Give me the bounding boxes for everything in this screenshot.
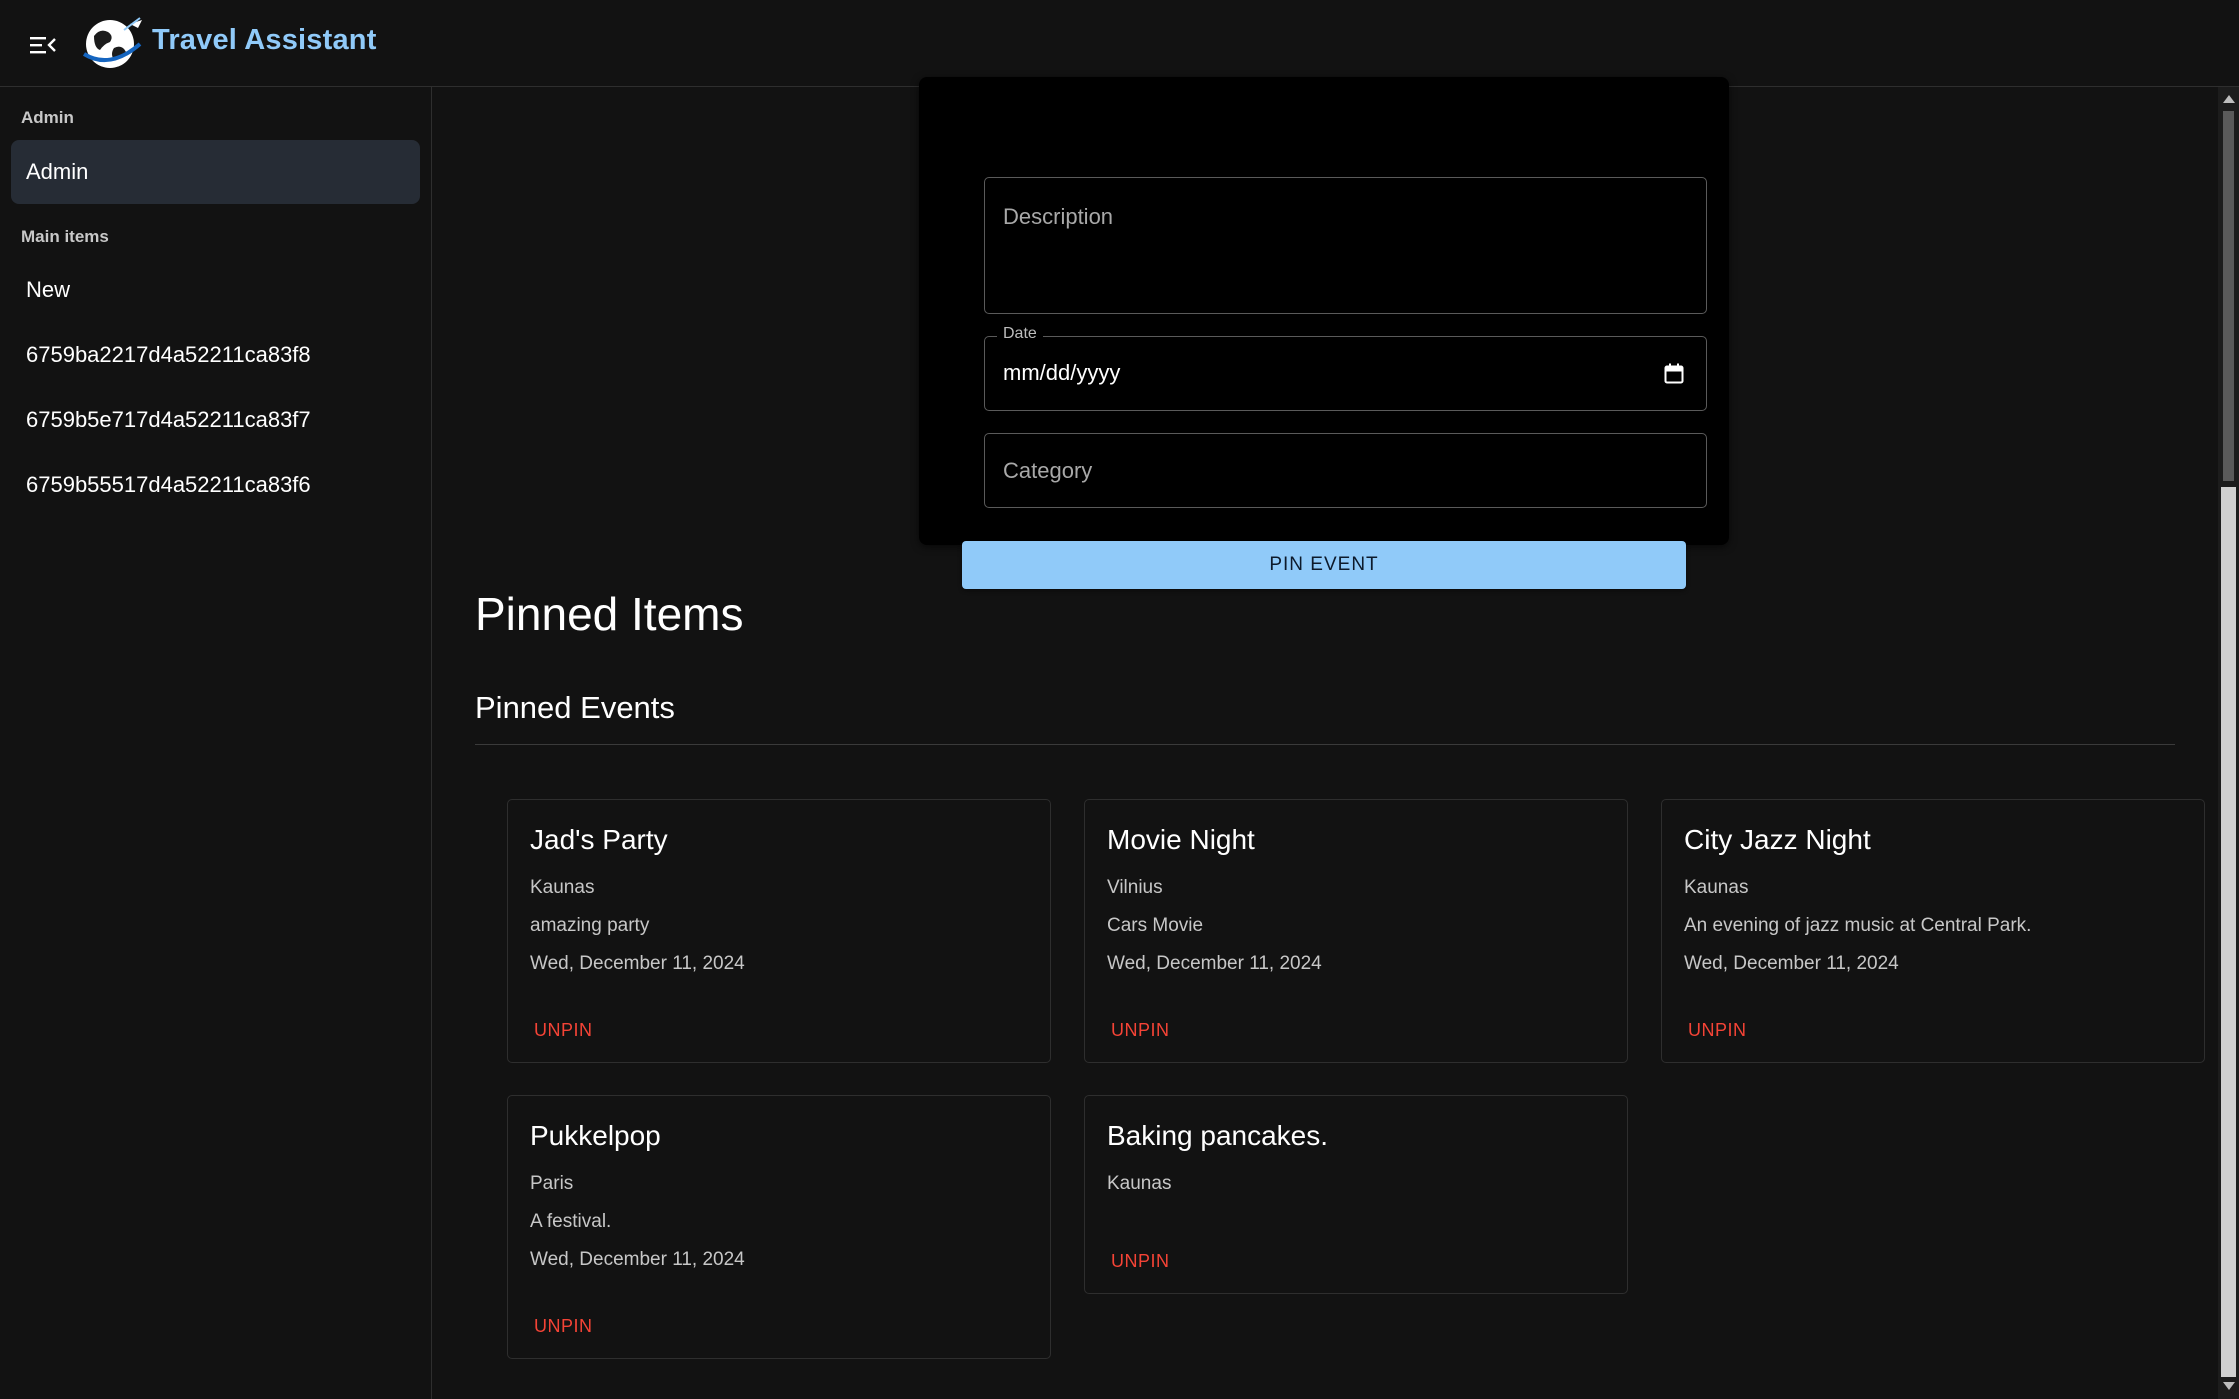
sidebar-item-new[interactable]: New xyxy=(11,258,420,322)
unpin-button[interactable]: UNPIN xyxy=(1103,1247,1178,1276)
calendar-icon[interactable] xyxy=(1664,363,1686,385)
event-description: amazing party xyxy=(530,915,650,936)
scroll-thumb[interactable] xyxy=(2223,111,2234,481)
main-content: Description Date mm/dd/yyyy Category PIN… xyxy=(433,77,2218,1399)
pinned-events-heading: Pinned Events xyxy=(475,690,675,725)
unpin-button[interactable]: UNPIN xyxy=(1680,1016,1755,1045)
event-date: Wed, December 11, 2024 xyxy=(530,953,745,974)
sidebar-section-admin: Admin xyxy=(21,108,74,127)
section-divider xyxy=(475,744,2175,745)
event-date: Wed, December 11, 2024 xyxy=(1107,953,1322,974)
unpin-button[interactable]: UNPIN xyxy=(526,1312,601,1341)
event-card: Pukkelpop Paris A festival. Wed, Decembe… xyxy=(507,1095,1051,1359)
event-card: Jad's Party Kaunas amazing party Wed, De… xyxy=(507,799,1051,1063)
event-location: Kaunas xyxy=(530,877,595,898)
app-bar: Travel Assistant xyxy=(0,0,2239,87)
menu-collapse-icon[interactable] xyxy=(22,24,64,66)
sidebar-item-admin[interactable]: Admin xyxy=(11,140,420,204)
event-location: Vilnius xyxy=(1107,877,1163,898)
sidebar-item-6759b55517d4a52211ca83f6[interactable]: 6759b55517d4a52211ca83f6 xyxy=(11,453,420,517)
date-input-value[interactable]: mm/dd/yyyy xyxy=(1003,360,1120,386)
sidebar-item-6759b5e717d4a52211ca83f7[interactable]: 6759b5e717d4a52211ca83f7 xyxy=(11,388,420,452)
date-label: Date xyxy=(997,325,1043,343)
event-location: Kaunas xyxy=(1684,877,1749,898)
event-title: Movie Night xyxy=(1107,824,1255,855)
event-card: Baking pancakes. Kaunas UNPIN xyxy=(1084,1095,1628,1294)
date-field[interactable]: Date mm/dd/yyyy xyxy=(984,325,1707,411)
unpin-button[interactable]: UNPIN xyxy=(526,1016,601,1045)
pinned-items-heading: Pinned Items xyxy=(475,588,744,640)
scroll-track[interactable] xyxy=(2221,487,2236,1377)
event-location: Paris xyxy=(530,1173,574,1194)
scroll-up-arrow-icon[interactable] xyxy=(2223,95,2235,103)
sidebar: Admin Admin Main items New 6759ba2217d4a… xyxy=(0,87,432,1399)
sidebar-item-6759ba2217d4a52211ca83f8[interactable]: 6759ba2217d4a52211ca83f8 xyxy=(11,323,420,387)
event-card: City Jazz Night Kaunas An evening of jaz… xyxy=(1661,799,2205,1063)
event-description: A festival. xyxy=(530,1211,612,1232)
app-title[interactable]: Travel Assistant xyxy=(152,24,377,57)
description-field[interactable]: Description xyxy=(984,177,1707,314)
sidebar-section-main-items: Main items xyxy=(21,227,109,246)
event-title: Pukkelpop xyxy=(530,1120,661,1151)
unpin-button[interactable]: UNPIN xyxy=(1103,1016,1178,1045)
globe-plane-logo xyxy=(80,14,146,72)
pin-event-form: Description Date mm/dd/yyyy Category PIN… xyxy=(919,77,1729,589)
category-placeholder: Category xyxy=(1003,458,1093,483)
event-title: Baking pancakes. xyxy=(1107,1120,1329,1151)
event-date: Wed, December 11, 2024 xyxy=(1684,953,1899,974)
page-scrollbar[interactable] xyxy=(2218,87,2239,1399)
description-placeholder: Description xyxy=(1003,204,1114,229)
event-title: Jad's Party xyxy=(530,824,668,855)
pin-event-button[interactable]: PIN EVENT xyxy=(962,541,1686,589)
event-title: City Jazz Night xyxy=(1684,824,1871,855)
event-description: Cars Movie xyxy=(1107,915,1204,936)
event-card: Movie Night Vilnius Cars Movie Wed, Dece… xyxy=(1084,799,1628,1063)
scroll-down-arrow-icon[interactable] xyxy=(2223,1382,2235,1390)
event-description: An evening of jazz music at Central Park… xyxy=(1684,915,2032,936)
event-date: Wed, December 11, 2024 xyxy=(530,1249,745,1270)
category-field[interactable]: Category xyxy=(984,433,1707,508)
event-location: Kaunas xyxy=(1107,1173,1172,1194)
